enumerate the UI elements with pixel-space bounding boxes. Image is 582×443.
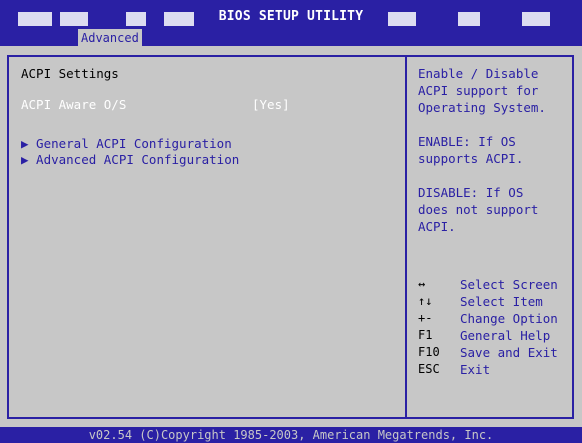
key-desc: General Help <box>460 328 551 343</box>
help-line: does not support <box>418 202 539 217</box>
key-desc: Select Item <box>460 294 543 309</box>
help-line: Enable / Disable <box>418 66 539 81</box>
help-line: ACPI. <box>418 219 456 234</box>
key-desc: Exit <box>460 362 491 377</box>
top-bar: BIOS SETUP UTILITY Advanced <box>0 0 582 47</box>
help-line: ACPI support for <box>418 83 539 98</box>
key-desc: Change Option <box>460 311 558 326</box>
key-f10: F10 <box>418 345 440 359</box>
key-arrows-ud-icon: ↑↓ <box>418 294 433 308</box>
acpi-aware-option-value[interactable]: [Yes] <box>252 97 290 112</box>
key-plus-minus: +- <box>418 311 433 325</box>
key-esc: ESC <box>418 362 440 376</box>
key-f1: F1 <box>418 328 433 342</box>
tab-advanced[interactable]: Advanced <box>78 29 142 47</box>
menu-item-general-acpi[interactable]: ▶ General ACPI Configuration <box>21 136 232 151</box>
section-title: ACPI Settings <box>21 66 119 81</box>
app-title: BIOS SETUP UTILITY <box>218 9 364 24</box>
menu-item-advanced-acpi[interactable]: ▶ Advanced ACPI Configuration <box>21 152 239 167</box>
key-desc: Select Screen <box>460 277 558 292</box>
copyright-footer: v02.54 (C)Copyright 1985-2003, American … <box>0 427 582 443</box>
help-line: ENABLE: If OS <box>418 134 516 149</box>
key-desc: Save and Exit <box>460 345 558 360</box>
help-line: Operating System. <box>418 100 546 115</box>
key-arrows-lr-icon: ↔ <box>418 277 426 291</box>
panel-divider <box>405 55 407 419</box>
help-line: DISABLE: If OS <box>418 185 524 200</box>
help-line: supports ACPI. <box>418 151 524 166</box>
acpi-aware-option-label[interactable]: ACPI Aware O/S <box>21 97 126 112</box>
